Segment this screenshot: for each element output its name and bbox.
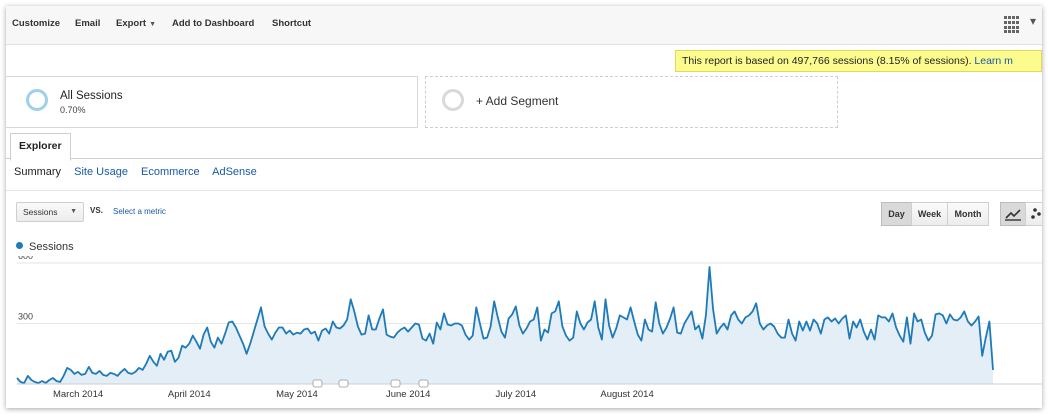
- annotation-marker-icon: [418, 379, 429, 388]
- x-tick-label: March 2014: [53, 389, 103, 400]
- period-week-button[interactable]: Week: [911, 202, 948, 226]
- subtab-bar: Summary Site Usage Ecommerce AdSense: [14, 166, 267, 178]
- x-tick-label: April 2014: [168, 389, 211, 400]
- x-tick-label: August 2014: [600, 389, 653, 400]
- add-segment-label: + Add Segment: [476, 94, 559, 108]
- chevron-down-icon: ▼: [149, 21, 157, 28]
- legend-dot-icon: [16, 242, 23, 249]
- vs-label: VS.: [90, 206, 103, 215]
- sampling-notice: This report is based on 497,766 sessions…: [675, 50, 1042, 72]
- grid-icon[interactable]: [1004, 16, 1022, 34]
- x-tick-label: July 2014: [495, 389, 536, 400]
- annotation-marker-icon: [338, 379, 349, 388]
- y-tick-label: 300: [18, 312, 33, 322]
- divider: [6, 190, 1042, 191]
- segment-ring-icon: [26, 89, 48, 111]
- metric-select[interactable]: Sessions ▼: [16, 202, 84, 222]
- segment-all-sessions[interactable]: All Sessions 0.70%: [6, 76, 418, 128]
- tab-row: Explorer: [6, 133, 1042, 161]
- report-frame: Customize Email Export ▼ Add to Dashboard…: [6, 6, 1042, 408]
- email-button[interactable]: Email: [75, 18, 100, 29]
- subtab-ecommerce[interactable]: Ecommerce: [141, 166, 200, 178]
- subtab-summary[interactable]: Summary: [14, 166, 61, 178]
- export-button[interactable]: Export ▼: [116, 18, 156, 29]
- period-day-button[interactable]: Day: [881, 202, 912, 226]
- add-to-dashboard-button[interactable]: Add to Dashboard: [172, 18, 254, 29]
- more-icon[interactable]: ▾: [1030, 14, 1036, 28]
- motion-chart-toggle[interactable]: [1025, 202, 1042, 226]
- sessions-chart: 600 300 March 2014 April 2014 May 2014 June 2…: [16, 256, 1042, 400]
- line-chart-toggle[interactable]: [1000, 202, 1026, 226]
- metric-select-value: Sessions: [23, 207, 58, 217]
- x-tick-label: May 2014: [276, 389, 318, 400]
- add-segment-button[interactable]: + Add Segment: [425, 76, 838, 128]
- subtab-site-usage[interactable]: Site Usage: [74, 166, 128, 178]
- line-chart-icon: [1005, 209, 1021, 221]
- segment-ring-icon: [442, 89, 464, 111]
- x-tick-label: June 2014: [386, 389, 430, 400]
- y-tick-label: 600: [18, 256, 33, 261]
- sampling-notice-text: This report is based on 497,766 sessions…: [682, 55, 975, 67]
- chart-legend: Sessions: [16, 241, 74, 253]
- annotation-marker-icon: [312, 379, 323, 388]
- report-toolbar: Customize Email Export ▼ Add to Dashboard…: [6, 6, 1042, 45]
- select-metric-link[interactable]: Select a metric: [113, 207, 166, 216]
- subtab-adsense[interactable]: AdSense: [212, 166, 257, 178]
- scatter-chart-icon: [1031, 208, 1041, 219]
- annotation-marker-icon: [390, 379, 401, 388]
- segment-percent: 0.70%: [60, 105, 86, 115]
- customize-button[interactable]: Customize: [12, 18, 60, 29]
- legend-sessions-label: Sessions: [29, 241, 74, 253]
- shortcut-button[interactable]: Shortcut: [272, 18, 311, 29]
- chevron-down-icon: ▼: [70, 208, 77, 215]
- learn-more-link[interactable]: Learn m: [974, 55, 1013, 67]
- segment-name: All Sessions: [60, 90, 123, 102]
- tab-explorer[interactable]: Explorer: [10, 133, 71, 161]
- period-month-button[interactable]: Month: [947, 202, 989, 226]
- export-label: Export: [116, 18, 147, 29]
